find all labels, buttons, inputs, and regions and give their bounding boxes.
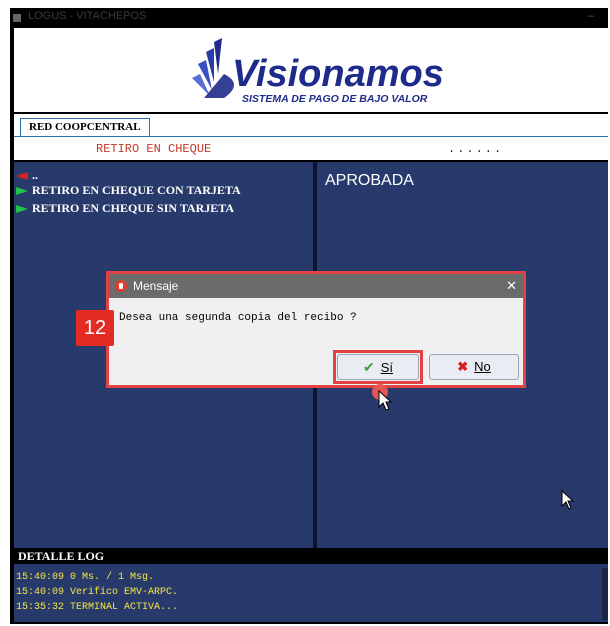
log-line: 15:35:32 TERMINAL ACTIVA... xyxy=(16,602,179,613)
log-header: DETALLE LOG xyxy=(14,548,608,564)
dialog-message: Desea una segunda copia del recibo ? xyxy=(119,312,357,324)
stop-icon xyxy=(115,280,127,292)
mouse-cursor-icon xyxy=(561,490,575,510)
title-bar: LOGUS - VITACHEPOS – xyxy=(10,8,608,28)
logo-tagline: SISTEMA DE PAGO DE BAJO VALOR xyxy=(242,93,428,105)
tab-red-coopcentral[interactable]: RED COOPCENTRAL xyxy=(20,118,150,136)
log-line: 15:40:09 Verifico EMV-ARPC. xyxy=(16,587,179,598)
yes-button[interactable]: ✔ Sí xyxy=(337,354,419,380)
dialog-title-bar: Mensaje ✕ xyxy=(109,274,523,298)
menu-item-back[interactable]: .. xyxy=(16,168,38,183)
banner: Visionamos SISTEMA DE PAGO DE BAJO VALOR xyxy=(14,28,608,112)
x-icon: ✖ xyxy=(457,359,469,374)
no-button[interactable]: ✖ No xyxy=(429,354,519,380)
menu-item-label: RETIRO EN CHEQUE CON TARJETA xyxy=(32,183,241,197)
menu-item-back-label: .. xyxy=(32,168,38,182)
menu-item-sin-tarjeta[interactable]: RETIRO EN CHEQUE SIN TARJETA xyxy=(16,201,234,216)
menu-item-label: RETIRO EN CHEQUE SIN TARJETA xyxy=(32,201,235,215)
menu-item-con-tarjeta[interactable]: RETIRO EN CHEQUE CON TARJETA xyxy=(16,183,241,198)
step-number-badge: 12 xyxy=(76,310,114,346)
green-arrow-icon xyxy=(16,205,28,214)
app-icon xyxy=(13,14,21,22)
close-icon[interactable]: ✕ xyxy=(506,278,517,294)
green-arrow-icon xyxy=(16,187,28,196)
log-area: 15:40:09 0 Ms. / 1 Msg. 15:40:09 Verific… xyxy=(14,564,608,622)
no-button-label: No xyxy=(474,359,491,374)
back-arrow-icon xyxy=(16,172,28,181)
mouse-pointer-icon xyxy=(378,390,393,411)
logo-wordmark: Visionamos xyxy=(232,53,444,95)
transaction-title: RETIRO EN CHEQUE xyxy=(96,142,212,156)
message-dialog: Mensaje ✕ Desea una segunda copia del re… xyxy=(106,271,526,388)
log-line: 15:40:09 0 Ms. / 1 Msg. xyxy=(16,572,155,583)
log-header-label: DETALLE LOG xyxy=(18,549,105,563)
minimize-icon[interactable]: – xyxy=(588,10,594,22)
dialog-body: Desea una segunda copia del recibo ? ✔ Sí… xyxy=(109,298,523,385)
yes-button-label: Sí xyxy=(380,360,394,375)
dialog-title: Mensaje xyxy=(133,279,179,293)
transaction-status-dots: ...... xyxy=(448,142,504,156)
approval-status: APROBADA xyxy=(325,172,414,189)
window-title: LOGUS - VITACHEPOS xyxy=(28,10,147,22)
check-icon: ✔ xyxy=(362,359,375,375)
tab-bar: RED COOPCENTRAL xyxy=(14,114,608,137)
log-scrollbar[interactable] xyxy=(602,568,608,620)
transaction-header: RETIRO EN CHEQUE ...... xyxy=(14,137,608,160)
visionamos-logo: Visionamos SISTEMA DE PAGO DE BAJO VALOR xyxy=(192,38,444,105)
